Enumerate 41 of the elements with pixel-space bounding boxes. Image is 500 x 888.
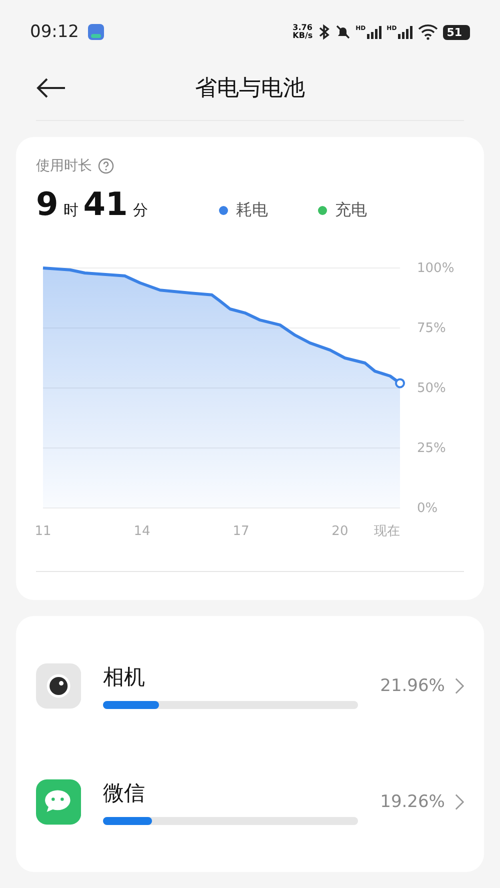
battery-indicator: 51 [442,24,470,40]
wifi-icon [418,24,438,40]
usage-percent: 19.26% [380,792,445,812]
mute-bell-icon [334,24,351,40]
chat-app-icon [36,777,82,827]
x-tick-label: 11 [36,524,52,539]
speed-unit: KB/s [292,32,313,40]
network-speed: 3.76 [292,24,313,32]
y-tick-label: 0% [417,501,438,516]
camera-app-icon [36,661,82,711]
minutes-value: 41 [83,185,128,223]
bluetooth-icon [318,24,330,40]
app-name: 相机 [103,664,146,691]
chevron-right-icon [454,677,464,695]
x-tick-label: 20 [332,524,348,539]
app-row[interactable]: 微信 19.26% [36,744,464,860]
app-name: 微信 [103,780,146,807]
x-tick-label: 14 [134,524,150,539]
back-arrow-icon[interactable] [36,78,66,98]
legend-label: 充电 [335,200,367,221]
legend-label: 耗电 [236,200,268,221]
usage-percent: 21.96% [380,676,445,696]
signal-icon [396,25,413,39]
status-time: 09:12 [30,22,79,42]
current-point [395,378,405,388]
y-tick-label: 25% [417,441,446,456]
x-tick-label: 现在 [374,524,400,539]
y-tick-label: 50% [417,381,446,396]
usage-label: 使用时长 [36,157,92,175]
minutes-unit: 分 [132,201,148,220]
app-row[interactable]: 相机 21.96% [36,628,464,744]
hours-value: 9 [36,185,58,223]
page-title: 省电与电池 [195,75,305,103]
chevron-right-icon [454,793,464,811]
y-tick-label: 75% [417,321,446,336]
hours-unit: 时 [63,201,78,220]
help-icon[interactable] [98,158,114,174]
app-notification-icon [88,24,104,40]
signal-icon [366,25,382,39]
y-tick-label: 100% [417,261,454,276]
x-tick-label: 17 [232,524,250,539]
